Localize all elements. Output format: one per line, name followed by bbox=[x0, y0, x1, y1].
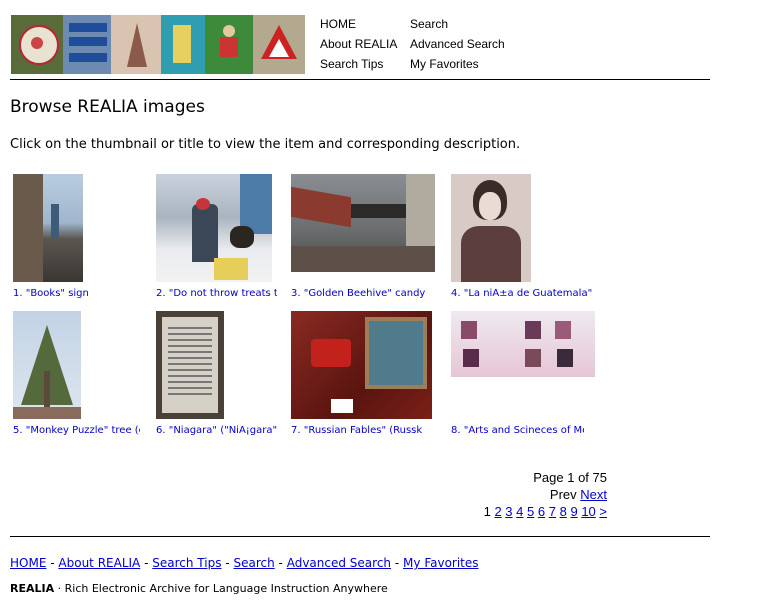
next-page-link[interactable]: Next bbox=[580, 487, 607, 502]
item-title-link[interactable]: 8. "Arts and Scineces of Me bbox=[451, 425, 584, 436]
footer-advanced-search-link[interactable]: Advanced Search bbox=[287, 556, 391, 570]
item-title-link[interactable]: 2. "Do not throw treats to t bbox=[156, 288, 277, 299]
footer-separator: - bbox=[394, 556, 400, 570]
page-instructions: Click on the thumbnail or title to view … bbox=[10, 137, 521, 152]
nav-about-link[interactable]: About REALIA bbox=[320, 37, 397, 51]
footer-search-tips-link[interactable]: Search Tips bbox=[152, 556, 221, 570]
page-link-4[interactable]: 4 bbox=[516, 504, 523, 519]
footer-separator: - bbox=[278, 556, 283, 570]
page-link-9[interactable]: 9 bbox=[570, 504, 577, 519]
tagline-text: · Rich Electronic Archive for Language I… bbox=[54, 582, 388, 595]
page-status: Page 1 of 75 bbox=[533, 470, 607, 485]
thumbnail-arts-sciences[interactable] bbox=[451, 311, 595, 377]
gallery-item bbox=[291, 311, 432, 419]
thumbnail-golden-beehive[interactable] bbox=[291, 174, 435, 272]
footer-about-link[interactable]: About REALIA bbox=[58, 556, 140, 570]
site-banner bbox=[11, 15, 305, 74]
gallery-item bbox=[451, 311, 595, 377]
banner-tile-warning-sign bbox=[253, 15, 305, 74]
footer-home-link[interactable]: HOME bbox=[10, 556, 46, 570]
prev-label: Prev bbox=[549, 487, 577, 502]
page-link-5[interactable]: 5 bbox=[527, 504, 534, 519]
page-link-6[interactable]: 6 bbox=[538, 504, 545, 519]
item-title-link[interactable]: 5. "Monkey Puzzle" tree (or bbox=[13, 425, 140, 436]
brand-name: REALIA bbox=[10, 582, 55, 595]
thumbnail-russian-fables[interactable] bbox=[291, 311, 432, 419]
nav-search-tips-link[interactable]: Search Tips bbox=[320, 57, 383, 71]
banner-tile-street-signs bbox=[63, 15, 111, 74]
item-title-link[interactable]: 4. "La niÃ±a de Guatemala" bbox=[451, 288, 601, 299]
thumbnail-la-nina[interactable] bbox=[451, 174, 531, 282]
nav-favorites-link[interactable]: My Favorites bbox=[410, 57, 479, 71]
thumbnail-do-not-throw[interactable] bbox=[156, 174, 272, 282]
thumbnail-niagara[interactable] bbox=[156, 311, 224, 419]
item-title-link[interactable]: 7. "Russian Fables" (Russkie bbox=[291, 425, 423, 436]
footer-favorites-link[interactable]: My Favorites bbox=[403, 556, 478, 570]
item-title-link[interactable]: 6. "Niagara" ("NiÃ¡gara") bbox=[156, 425, 277, 436]
thumbnail-books-sign[interactable] bbox=[13, 174, 83, 282]
current-page: 1 bbox=[483, 504, 491, 519]
nav-home-link[interactable]: HOME bbox=[320, 17, 356, 31]
page-link-2[interactable]: 2 bbox=[494, 504, 501, 519]
footer-separator: - bbox=[144, 556, 149, 570]
footer-search-link[interactable]: Search bbox=[233, 556, 274, 570]
item-title-link[interactable]: 3. "Golden Beehive" candy s bbox=[291, 288, 428, 299]
page-link-10[interactable]: 10 bbox=[581, 504, 595, 519]
item-title-link[interactable]: 1. "Books" sign bbox=[13, 288, 143, 299]
banner-tile-plate bbox=[11, 15, 63, 74]
header-divider bbox=[10, 79, 710, 80]
page-link-7[interactable]: 7 bbox=[549, 504, 556, 519]
gallery-item bbox=[291, 174, 435, 272]
banner-tile-card bbox=[161, 15, 205, 74]
next-pages-link[interactable]: > bbox=[599, 504, 607, 519]
footer-separator: - bbox=[50, 556, 55, 570]
gallery-item bbox=[13, 174, 83, 282]
banner-tile-eiffel-stamp bbox=[111, 15, 161, 74]
gallery-item bbox=[13, 311, 81, 419]
footer-divider bbox=[10, 536, 710, 537]
banner-tile-soccer-stamp bbox=[205, 15, 253, 74]
site-tagline: REALIA · Rich Electronic Archive for Lan… bbox=[10, 582, 388, 595]
page-link-8[interactable]: 8 bbox=[560, 504, 567, 519]
page-link-3[interactable]: 3 bbox=[505, 504, 512, 519]
nav-advanced-search-link[interactable]: Advanced Search bbox=[410, 37, 505, 51]
page-title: Browse REALIA images bbox=[10, 97, 205, 117]
thumbnail-monkey-puzzle[interactable] bbox=[13, 311, 81, 419]
gallery-item bbox=[156, 174, 272, 282]
gallery-item bbox=[451, 174, 531, 282]
nav-search-link[interactable]: Search bbox=[410, 17, 448, 31]
footer-separator: - bbox=[225, 556, 230, 570]
pagination: Page 1 of 75 Prev Next 1 2 3 4 5 6 7 8 9… bbox=[484, 469, 607, 520]
gallery-item bbox=[156, 311, 224, 419]
footer-nav: HOME - About REALIA - Search Tips - Sear… bbox=[10, 556, 479, 570]
page-numbers: 1 2 3 4 5 6 7 8 9 10 > bbox=[484, 503, 607, 520]
